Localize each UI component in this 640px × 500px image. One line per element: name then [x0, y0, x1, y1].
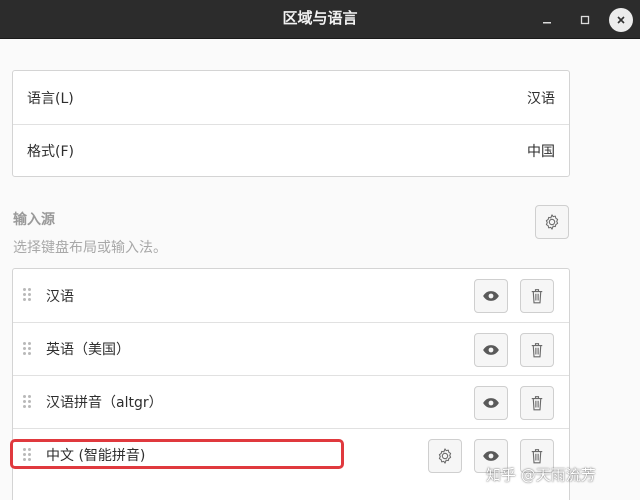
- input-sources-options-button[interactable]: [535, 205, 569, 239]
- eye-icon: [483, 398, 499, 408]
- remove-button[interactable]: [520, 279, 554, 313]
- trash-icon: [531, 343, 543, 358]
- gear-icon: [545, 214, 559, 230]
- language-row[interactable]: 语言(L) 汉语: [13, 71, 569, 124]
- trash-icon: [531, 449, 543, 464]
- list-item[interactable]: 汉语: [13, 269, 569, 322]
- preview-button[interactable]: [474, 279, 508, 313]
- maximize-icon: [580, 15, 590, 25]
- input-source-settings-button[interactable]: [428, 439, 462, 473]
- trash-icon: [531, 289, 543, 304]
- drag-handle-icon[interactable]: [23, 448, 31, 462]
- trash-icon: [531, 396, 543, 411]
- input-source-label: 英语（美国）: [46, 342, 130, 358]
- drag-handle-icon[interactable]: [23, 288, 31, 302]
- minimize-icon: [543, 22, 551, 24]
- drag-handle-icon[interactable]: [23, 342, 31, 356]
- language-value: 汉语: [527, 90, 555, 107]
- formats-row[interactable]: 格式(F) 中国: [13, 124, 569, 177]
- title-bar: 区域与语言: [0, 0, 640, 39]
- input-sources-title: 输入源: [13, 212, 55, 228]
- gear-icon: [438, 448, 452, 464]
- eye-icon: [483, 451, 499, 461]
- close-icon: [617, 16, 625, 24]
- input-sources-subtitle: 选择键盘布局或输入法。: [13, 240, 167, 256]
- watermark: 知乎 @天雨流芳: [486, 466, 596, 484]
- close-button[interactable]: [609, 8, 633, 32]
- preview-button[interactable]: [474, 333, 508, 367]
- region-panel: 语言(L) 汉语 格式(F) 中国: [12, 70, 570, 177]
- minimize-button[interactable]: [536, 9, 558, 31]
- list-item[interactable]: 英语（美国）: [13, 322, 569, 375]
- maximize-button[interactable]: [574, 9, 596, 31]
- drag-handle-icon[interactable]: [23, 395, 31, 409]
- list-item[interactable]: 汉语拼音（altgr）: [13, 375, 569, 428]
- remove-button[interactable]: [520, 386, 554, 420]
- eye-icon: [483, 345, 499, 355]
- formats-value: 中国: [527, 144, 555, 160]
- eye-icon: [483, 291, 499, 301]
- language-label: 语言(L): [27, 90, 74, 107]
- remove-button[interactable]: [520, 333, 554, 367]
- formats-label: 格式(F): [27, 144, 74, 160]
- preview-button[interactable]: [474, 386, 508, 420]
- input-source-label: 中文 (智能拼音): [46, 448, 146, 464]
- input-source-label: 汉语拼音（altgr）: [46, 395, 163, 411]
- input-source-label: 汉语: [46, 288, 74, 305]
